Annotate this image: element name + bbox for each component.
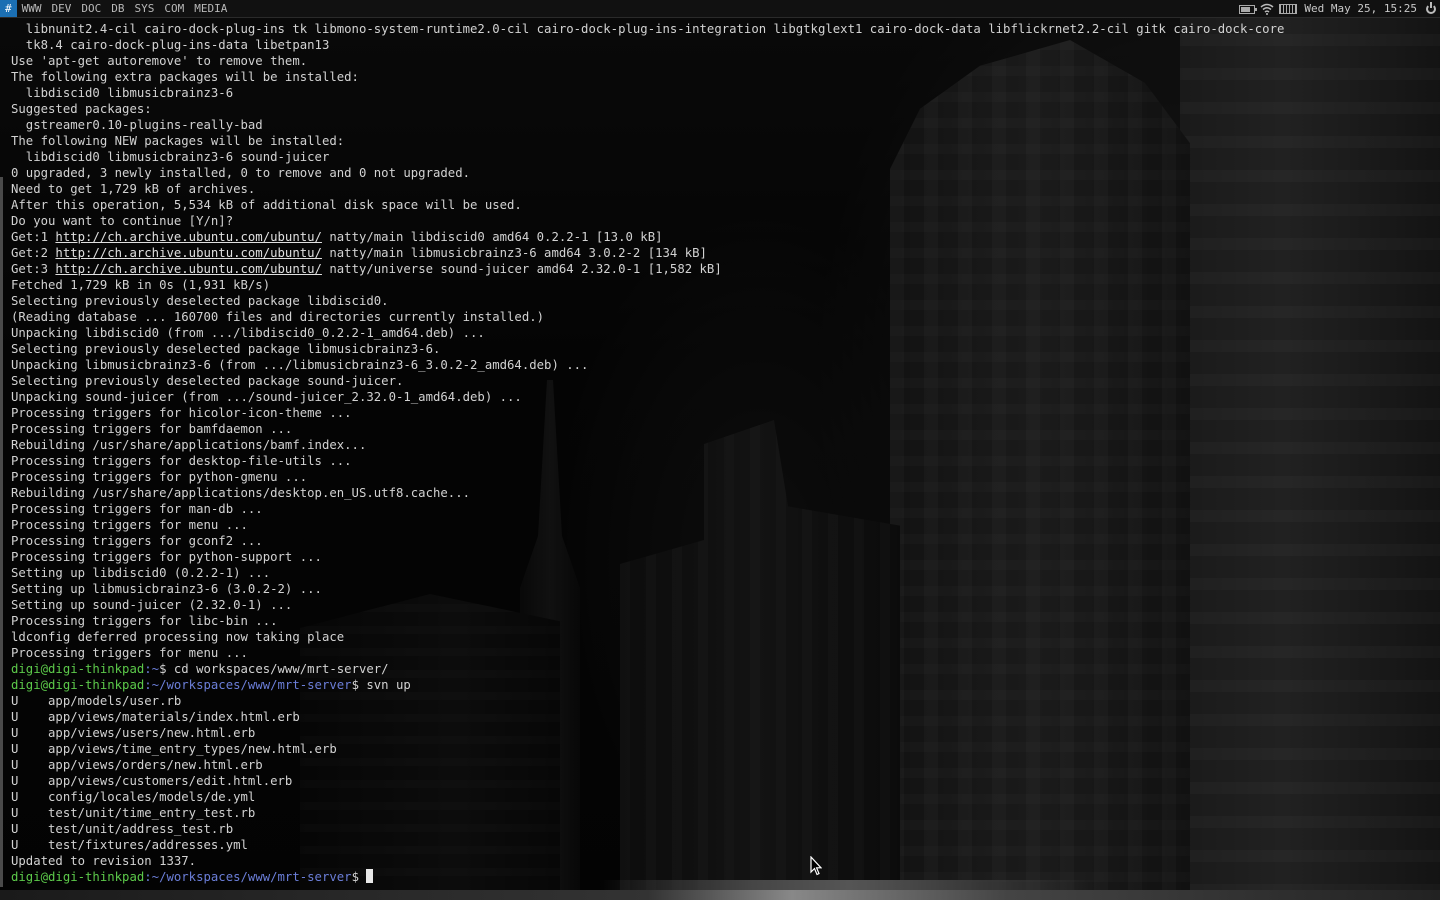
workspace-terminal[interactable]: #	[0, 0, 17, 17]
prompt-command: $ svn up	[351, 678, 411, 692]
terminal-line: U app/views/orders/new.html.erb	[11, 758, 263, 772]
repo-link[interactable]: http://ch.archive.ubuntu.com/ubuntu/	[55, 246, 322, 260]
workspace-sys[interactable]: SYS	[130, 0, 160, 17]
terminal-line: tk8.4 cairo-dock-plug-ins-data libetpan1…	[11, 38, 330, 52]
terminal-line: libdiscid0 libmusicbrainz3-6	[11, 86, 234, 100]
terminal-line: Processing triggers for menu ...	[11, 646, 248, 660]
terminal-line: Setting up libmusicbrainz3-6 (3.0.2-2) .…	[11, 582, 322, 596]
terminal-line: gstreamer0.10-plugins-really-bad	[11, 118, 263, 132]
clock[interactable]: Wed May 25, 15:25	[1304, 0, 1417, 17]
terminal-line: After this operation, 5,534 kB of additi…	[11, 198, 522, 212]
workspace-media[interactable]: MEDIA	[189, 0, 232, 17]
terminal-line: Unpacking sound-juicer (from .../sound-j…	[11, 390, 522, 404]
system-tray: Wed May 25, 15:25	[1239, 0, 1436, 17]
terminal-line: libdiscid0 libmusicbrainz3-6 sound-juice…	[11, 150, 330, 164]
workspace-dev[interactable]: DEV	[47, 0, 77, 17]
terminal-line: The following extra packages will be ins…	[11, 70, 359, 84]
terminal-line: (Reading database ... 160700 files and d…	[11, 310, 545, 324]
dock-strip	[0, 890, 1440, 900]
terminal-line: U test/unit/address_test.rb	[11, 822, 234, 836]
terminal-line: Processing triggers for man-db ...	[11, 502, 263, 516]
workspace-doc[interactable]: DOC	[76, 0, 106, 17]
terminal-line: libnunit2.4-cil cairo-dock-plug-ins tk l…	[11, 22, 1285, 36]
terminal-line: Processing triggers for desktop-file-uti…	[11, 454, 352, 468]
terminal-line: The following NEW packages will be insta…	[11, 134, 345, 148]
terminal-line: Selecting previously deselected package …	[11, 294, 389, 308]
prompt-command: $ cd workspaces/www/mrt-server/	[159, 662, 389, 676]
prompt-path: :~	[144, 662, 160, 676]
terminal-line: 0 upgraded, 3 newly installed, 0 to remo…	[11, 166, 471, 180]
terminal-output[interactable]: libnunit2.4-cil cairo-dock-plug-ins tk l…	[11, 21, 1430, 885]
terminal-line: Do you want to continue [Y/n]?	[11, 214, 234, 228]
prompt-user: digi@digi-thinkpad	[11, 662, 145, 676]
workspace-db[interactable]: DB	[106, 0, 129, 17]
terminal-line: Processing triggers for menu ...	[11, 518, 248, 532]
keyboard-icon[interactable]	[1279, 3, 1298, 14]
terminal-line: Processing triggers for libc-bin ...	[11, 614, 278, 628]
line-prefix: Get:1	[11, 230, 56, 244]
terminal-line: Updated to revision 1337.	[11, 854, 197, 868]
terminal-line: ldconfig deferred processing now taking …	[11, 630, 345, 644]
terminal-line: Suggested packages:	[11, 102, 152, 116]
terminal-line: Processing triggers for python-gmenu ...	[11, 470, 308, 484]
terminal-line: Fetched 1,729 kB in 0s (1,931 kB/s)	[11, 278, 271, 292]
terminal-line: Get:1 http://ch.archive.ubuntu.com/ubunt…	[11, 229, 1430, 245]
terminal-line: U app/views/customers/edit.html.erb	[11, 774, 293, 788]
terminal-window[interactable]: libnunit2.4-cil cairo-dock-plug-ins tk l…	[0, 17, 1440, 890]
terminal-line: Selecting previously deselected package …	[11, 342, 441, 356]
terminal-line: Processing triggers for gconf2 ...	[11, 534, 263, 548]
battery-icon[interactable]	[1239, 4, 1258, 14]
workspace-switcher: # WWW DEV DOC DB SYS COM MEDIA	[0, 0, 232, 17]
power-icon[interactable]	[1426, 1, 1436, 14]
terminal-line: Processing triggers for python-support .…	[11, 550, 322, 564]
terminal-line: Setting up libdiscid0 (0.2.2-1) ...	[11, 566, 271, 580]
prompt-path: :~/workspaces/www/mrt-server	[144, 678, 352, 692]
terminal-line: Setting up sound-juicer (2.32.0-1) ...	[11, 598, 293, 612]
line-prefix: Get:2	[11, 246, 56, 260]
prompt-user: digi@digi-thinkpad	[11, 678, 145, 692]
terminal-line: Use 'apt-get autoremove' to remove them.	[11, 54, 308, 68]
terminal-line: Selecting previously deselected package …	[11, 374, 404, 388]
line-suffix: natty/main libdiscid0 amd64 0.2.2-1 [13.…	[321, 230, 663, 244]
line-suffix: natty/main libmusicbrainz3-6 amd64 3.0.2…	[321, 246, 707, 260]
line-suffix: natty/universe sound-juicer amd64 2.32.0…	[321, 262, 722, 276]
line-prefix: Get:3	[11, 262, 56, 276]
terminal-line: U app/views/users/new.html.erb	[11, 726, 256, 740]
prompt-user: digi@digi-thinkpad	[11, 870, 145, 884]
terminal-line: U app/views/time_entry_types/new.html.er…	[11, 742, 337, 756]
text-cursor	[366, 869, 374, 883]
terminal-line: Unpacking libmusicbrainz3-6 (from .../li…	[11, 358, 589, 372]
workspace-com[interactable]: COM	[159, 0, 189, 17]
terminal-line: Get:2 http://ch.archive.ubuntu.com/ubunt…	[11, 245, 1430, 261]
terminal-line: digi@digi-thinkpad:~$ cd workspaces/www/…	[11, 661, 1430, 677]
wifi-icon[interactable]	[1260, 3, 1274, 15]
terminal-line: digi@digi-thinkpad:~/workspaces/www/mrt-…	[11, 677, 1430, 693]
terminal-line: Processing triggers for bamfdaemon ...	[11, 422, 293, 436]
terminal-line: Get:3 http://ch.archive.ubuntu.com/ubunt…	[11, 261, 1430, 277]
terminal-line: U app/views/materials/index.html.erb	[11, 710, 300, 724]
shell-prompt[interactable]: digi@digi-thinkpad:~/workspaces/www/mrt-…	[11, 869, 1430, 885]
terminal-line: Rebuilding /usr/share/applications/bamf.…	[11, 438, 367, 452]
repo-link[interactable]: http://ch.archive.ubuntu.com/ubuntu/	[55, 230, 322, 244]
terminal-line: Rebuilding /usr/share/applications/deskt…	[11, 486, 471, 500]
terminal-line: U test/fixtures/addresses.yml	[11, 838, 248, 852]
terminal-line: Unpacking libdiscid0 (from .../libdiscid…	[11, 326, 485, 340]
terminal-line: U config/locales/models/de.yml	[11, 790, 256, 804]
terminal-line: Processing triggers for hicolor-icon-the…	[11, 406, 352, 420]
workspace-www[interactable]: WWW	[17, 0, 47, 17]
top-panel: # WWW DEV DOC DB SYS COM MEDIA Wed May 25, 15:2…	[0, 0, 1440, 18]
terminal-scrollbar[interactable]	[0, 177, 3, 887]
terminal-line: Need to get 1,729 kB of archives.	[11, 182, 256, 196]
prompt-path: :~/workspaces/www/mrt-server	[144, 870, 352, 884]
prompt-dollar: $	[351, 870, 367, 884]
terminal-line: U test/unit/time_entry_test.rb	[11, 806, 256, 820]
repo-link[interactable]: http://ch.archive.ubuntu.com/ubuntu/	[55, 262, 322, 276]
desktop: # WWW DEV DOC DB SYS COM MEDIA Wed May 25, 15:2…	[0, 0, 1440, 900]
terminal-line: U app/models/user.rb	[11, 694, 182, 708]
